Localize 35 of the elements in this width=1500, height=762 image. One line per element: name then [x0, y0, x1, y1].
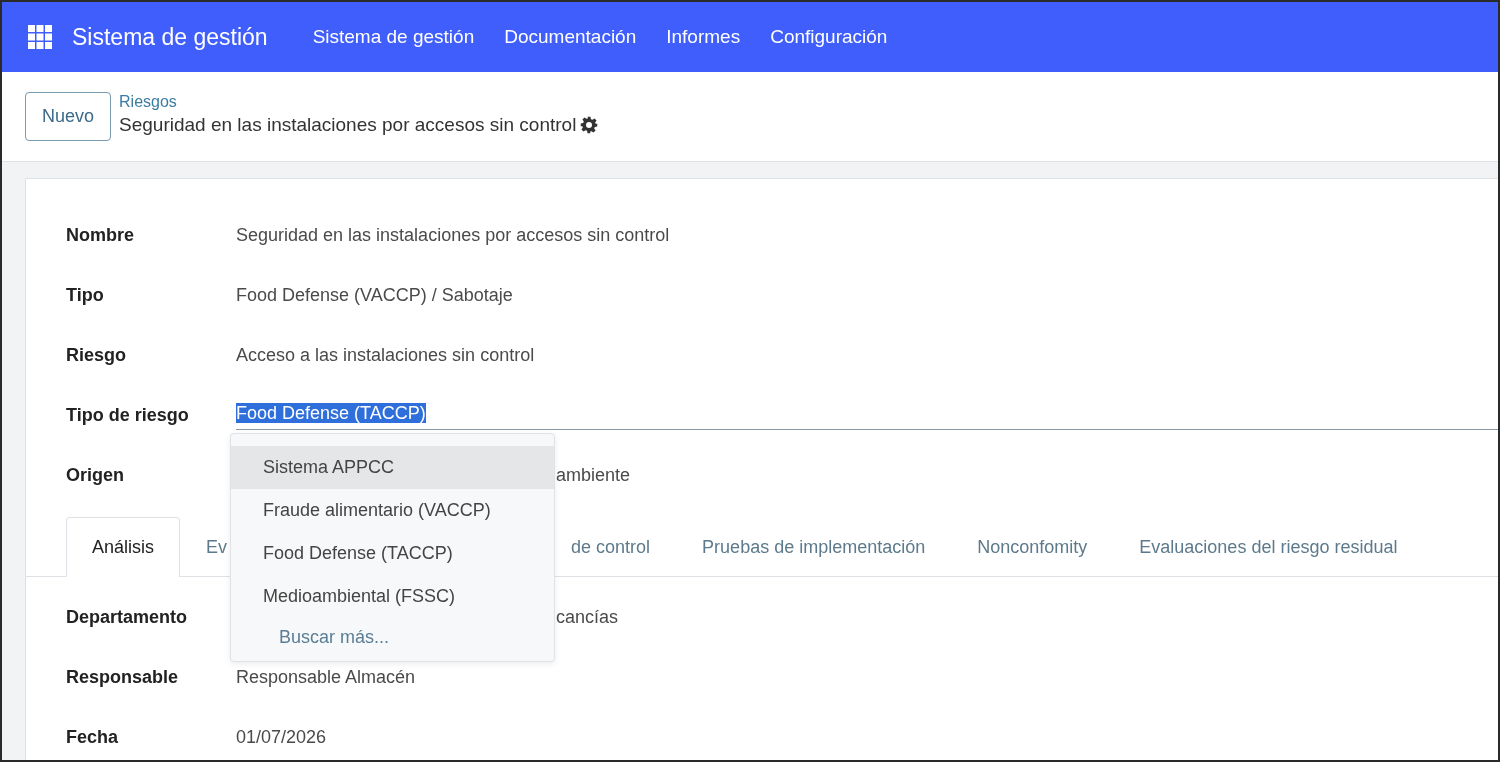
field-value: Seguridad en las instalaciones por accesos sin control	[236, 223, 670, 247]
new-button[interactable]: Nuevo	[25, 92, 112, 141]
apps-grid-icon[interactable]	[28, 25, 52, 49]
menu-item[interactable]: Sistema de gestión	[297, 22, 490, 52]
app-title[interactable]: Sistema de gestión	[72, 19, 268, 55]
search-more-link[interactable]: Buscar más...	[231, 618, 554, 657]
field-value: Responsable Almacén	[236, 665, 416, 689]
input-field[interactable]: Food Defense (TACCP)	[236, 400, 1498, 430]
menu-item[interactable]: Informes	[651, 22, 756, 52]
tab[interactable]: Nonconfomity	[951, 517, 1114, 577]
field-label: Tipo de riesgo	[66, 403, 190, 427]
field-label: Tipo	[66, 283, 105, 307]
field-label: Departamento	[66, 605, 189, 629]
field-label: Nombre	[66, 223, 135, 247]
menu-item[interactable]: Configuración	[755, 22, 903, 52]
dropdown-option[interactable]: Fraude alimentario (VACCP)	[231, 489, 554, 532]
record-title: Seguridad en las instalaciones por accesos sin control	[119, 113, 577, 138]
breadcrumb-link[interactable]: Riesgos	[119, 93, 599, 112]
field-value: ambiente	[556, 463, 631, 487]
dropdown-option[interactable]: Food Defense (TACCP)	[231, 532, 554, 575]
field-label: Riesgo	[66, 343, 127, 367]
field-label: Fecha	[66, 725, 120, 749]
field-value: Acceso a las instalaciones sin control	[236, 343, 535, 367]
tab[interactable]: Pruebas de implementación	[676, 517, 952, 577]
field-value: Food Defense (VACCP) / Sabotaje	[236, 283, 513, 307]
field-value: 01/07/2026	[236, 725, 327, 749]
tab[interactable]: Evaluaciones del riesgo residual	[1113, 517, 1424, 577]
dropdown-option[interactable]: Medioambiental (FSSC)	[231, 575, 554, 618]
field-label: Origen	[66, 463, 125, 487]
field-value: cancías	[556, 605, 619, 629]
tab[interactable]: Análisis	[66, 517, 181, 577]
settings-icon[interactable]	[580, 116, 599, 135]
dropdown-option[interactable]: Sistema APPCC	[231, 446, 554, 489]
field-label: Responsable	[66, 665, 180, 689]
menu-item[interactable]: Documentación	[489, 22, 652, 52]
